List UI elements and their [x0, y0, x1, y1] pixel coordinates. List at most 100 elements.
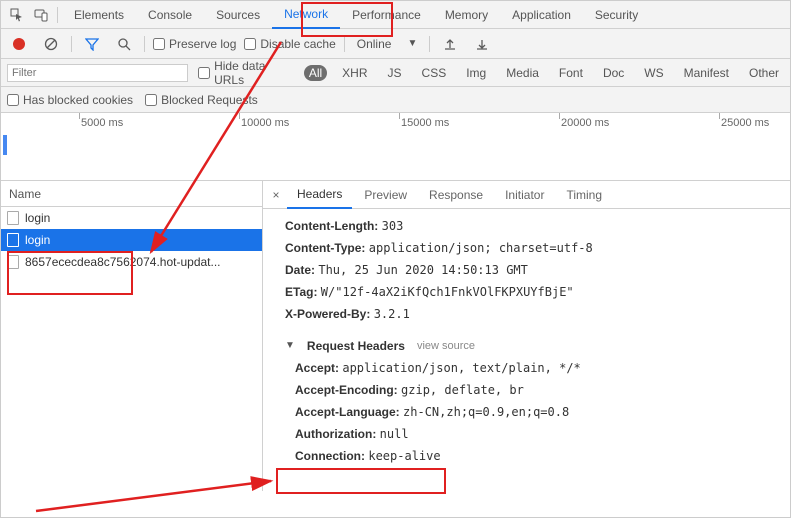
filter-img[interactable]: Img [461, 65, 491, 81]
has-blocked-cookies-label: Has blocked cookies [23, 93, 133, 107]
disable-cache-label: Disable cache [260, 37, 335, 51]
disable-cache-checkbox[interactable]: Disable cache [244, 37, 335, 51]
header-key: Content-Length: [285, 219, 378, 233]
header-row: Date: Thu, 25 Jun 2020 14:50:13 GMT [285, 259, 780, 281]
tab-memory[interactable]: Memory [433, 1, 500, 29]
close-details-icon[interactable]: × [267, 188, 285, 202]
filter-css[interactable]: CSS [417, 65, 452, 81]
tab-performance[interactable]: Performance [340, 1, 433, 29]
filter-xhr[interactable]: XHR [337, 65, 372, 81]
detail-tab-response[interactable]: Response [419, 181, 493, 209]
tab-application[interactable]: Application [500, 1, 583, 29]
header-value: 303 [382, 219, 404, 233]
header-key: Accept-Encoding: [295, 383, 398, 397]
preserve-log-checkbox[interactable]: Preserve log [153, 37, 236, 51]
blocked-requests-checkbox[interactable]: Blocked Requests [145, 93, 258, 107]
header-key: Date: [285, 263, 315, 277]
header-key: X-Powered-By: [285, 307, 370, 321]
filter-all[interactable]: All [304, 65, 327, 81]
timeline-overview[interactable]: 5000 ms 10000 ms 15000 ms 20000 ms 25000… [1, 113, 790, 181]
filter-icon[interactable] [80, 32, 104, 56]
header-value: 3.2.1 [374, 307, 410, 321]
detail-tab-initiator[interactable]: Initiator [495, 181, 554, 209]
filter-bar: Hide data URLs All XHR JS CSS Img Media … [1, 59, 790, 87]
timeline-tick: 5000 ms [81, 117, 123, 129]
header-key: Accept: [295, 361, 339, 375]
tab-security[interactable]: Security [583, 1, 650, 29]
network-split-view: Name loginlogin8657ececdea8c7562074.hot-… [1, 181, 790, 491]
tab-elements[interactable]: Elements [62, 1, 136, 29]
device-toggle-icon[interactable] [29, 3, 53, 27]
preserve-log-label: Preserve log [169, 37, 236, 51]
header-value: zh-CN,zh;q=0.9,en;q=0.8 [403, 405, 569, 419]
header-value: gzip, deflate, br [401, 383, 524, 397]
filter-other[interactable]: Other [744, 65, 784, 81]
header-key: Accept-Language: [295, 405, 400, 419]
filter-media[interactable]: Media [501, 65, 544, 81]
header-value: application/json; charset=utf-8 [369, 241, 593, 255]
request-headers-title: Request Headers [307, 335, 405, 357]
request-row[interactable]: 8657ececdea8c7562074.hot-updat... [1, 251, 262, 273]
timeline-tick: 25000 ms [721, 117, 769, 129]
view-source-link[interactable]: view source [417, 335, 475, 357]
timeline-tick: 15000 ms [401, 117, 449, 129]
filter-doc[interactable]: Doc [598, 65, 629, 81]
header-row: Connection: keep-alive [295, 445, 780, 467]
headers-panel[interactable]: Content-Length: 303 Content-Type: applica… [263, 209, 790, 491]
requests-name-header[interactable]: Name [1, 181, 262, 207]
hide-data-urls-label: Hide data URLs [214, 59, 294, 87]
filter-input[interactable] [7, 64, 188, 82]
request-headers-section[interactable]: ▼ Request Headers view source [285, 335, 780, 357]
hide-data-urls-checkbox[interactable]: Hide data URLs [198, 59, 294, 87]
header-row: Content-Type: application/json; charset=… [285, 237, 780, 259]
has-blocked-cookies-checkbox[interactable]: Has blocked cookies [7, 93, 133, 107]
tab-console[interactable]: Console [136, 1, 204, 29]
timeline-tick: 10000 ms [241, 117, 289, 129]
header-row: X-Powered-By: 3.2.1 [285, 303, 780, 325]
header-key: Connection: [295, 449, 365, 463]
filter-ws[interactable]: WS [639, 65, 668, 81]
header-value: application/json, text/plain, */* [342, 361, 580, 375]
filter-font[interactable]: Font [554, 65, 588, 81]
tab-network[interactable]: Network [272, 1, 340, 29]
header-row: Accept-Encoding: gzip, deflate, br [295, 379, 780, 401]
throttling-value: Online [357, 37, 392, 51]
filter-js[interactable]: JS [383, 65, 407, 81]
request-details: × Headers Preview Response Initiator Tim… [263, 181, 790, 491]
clear-icon[interactable] [39, 32, 63, 56]
header-key: ETag: [285, 285, 317, 299]
record-button[interactable] [7, 32, 31, 56]
upload-har-icon[interactable] [438, 32, 462, 56]
header-row: ETag: W/"12f-4aX2iKfQch1FnkVOlFKPXUYfBjE… [285, 281, 780, 303]
inspect-icon[interactable] [5, 3, 29, 27]
detail-tabs: × Headers Preview Response Initiator Tim… [263, 181, 790, 209]
tab-sources[interactable]: Sources [204, 1, 272, 29]
file-icon [7, 255, 19, 269]
header-value: Thu, 25 Jun 2020 14:50:13 GMT [318, 263, 528, 277]
timeline-bar [3, 135, 7, 155]
header-key: Authorization: [295, 427, 376, 441]
request-row[interactable]: login [1, 207, 262, 229]
request-row[interactable]: login [1, 229, 262, 251]
throttling-select[interactable]: Online▼ [353, 37, 422, 51]
disclosure-triangle-icon: ▼ [285, 335, 295, 357]
filter-manifest[interactable]: Manifest [679, 65, 734, 81]
detail-tab-headers[interactable]: Headers [287, 181, 352, 209]
extra-filter-bar: Has blocked cookies Blocked Requests [1, 87, 790, 113]
detail-tab-timing[interactable]: Timing [556, 181, 612, 209]
requests-list: Name loginlogin8657ececdea8c7562074.hot-… [1, 181, 263, 491]
request-name: login [25, 211, 50, 225]
detail-tab-preview[interactable]: Preview [354, 181, 417, 209]
panel-tabs: Elements Console Sources Network Perform… [62, 1, 650, 29]
header-key: Content-Type: [285, 241, 365, 255]
header-row: Accept-Language: zh-CN,zh;q=0.9,en;q=0.8 [295, 401, 780, 423]
file-icon [7, 211, 19, 225]
network-toolbar: Preserve log Disable cache Online▼ [1, 29, 790, 59]
timeline-tick: 20000 ms [561, 117, 609, 129]
header-value: null [380, 427, 409, 441]
header-value: keep-alive [368, 449, 440, 463]
download-har-icon[interactable] [470, 32, 494, 56]
search-icon[interactable] [112, 32, 136, 56]
file-icon [7, 233, 19, 247]
blocked-requests-label: Blocked Requests [161, 93, 258, 107]
